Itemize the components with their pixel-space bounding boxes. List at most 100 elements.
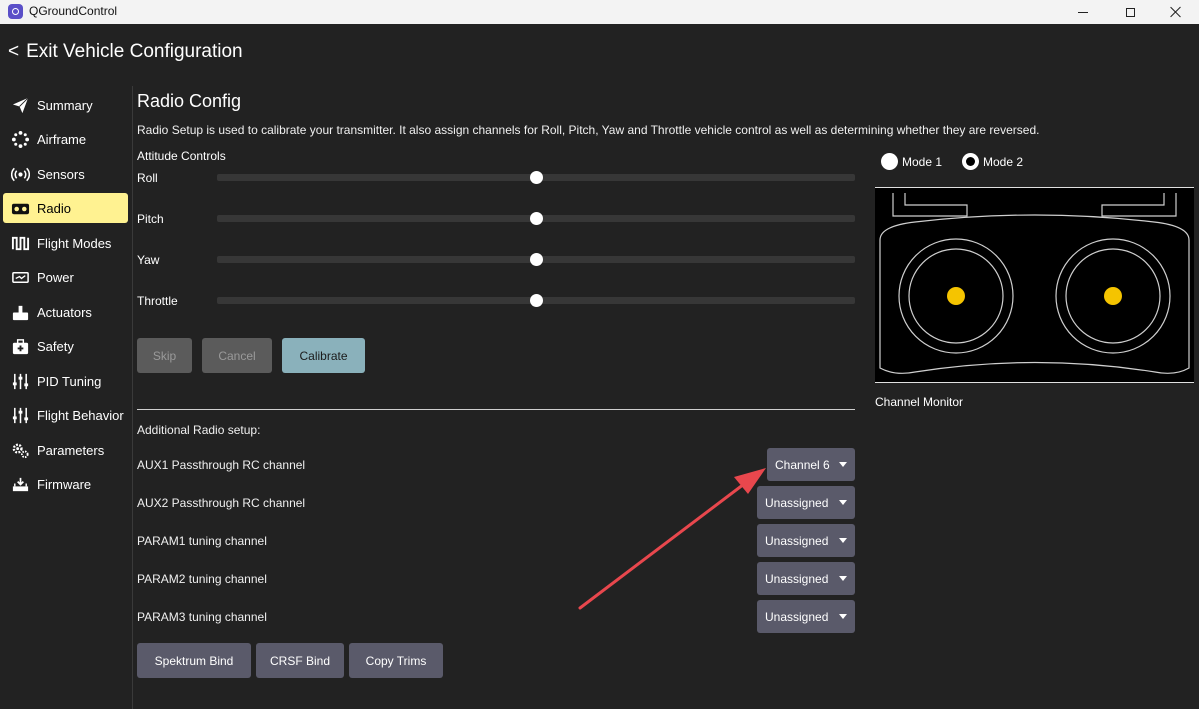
dropdown-value: Unassigned — [765, 609, 829, 624]
sidebar-item-flight-modes[interactable]: Flight Modes — [3, 228, 128, 258]
window-title: QGroundControl — [29, 4, 118, 18]
roll-label: Roll — [137, 171, 158, 185]
sidebar-item-airframe[interactable]: Airframe — [3, 124, 128, 154]
transmitter-body-outline — [879, 214, 1190, 374]
transmitter-graphic — [879, 193, 1190, 374]
radio-selected-icon — [962, 153, 979, 170]
pitch-channel-bar — [217, 212, 855, 225]
close-button[interactable] — [1153, 0, 1199, 24]
copy-trims-button[interactable]: Copy Trims — [349, 643, 443, 678]
transmitter-stick-display — [875, 187, 1194, 383]
sidebar-item-sensors[interactable]: Sensors — [3, 159, 128, 189]
sidebar-item-label: Flight Behavior — [37, 407, 124, 423]
additional-radio-setup-title: Additional Radio setup: — [137, 423, 261, 437]
exit-label: Exit Vehicle Configuration — [26, 41, 243, 62]
sidebar-item-label: Radio — [37, 200, 71, 216]
sidebar-item-label: Flight Modes — [37, 235, 112, 251]
dropdown-value: Channel 6 — [775, 457, 830, 472]
aux1-channel-dropdown[interactable]: Channel 6 — [767, 448, 855, 481]
sidebar-item-label: Power — [37, 269, 74, 285]
sidebar-item-label: Airframe — [37, 131, 87, 147]
maximize-button[interactable] — [1107, 0, 1153, 24]
power-icon — [3, 268, 37, 287]
roll-indicator — [529, 171, 543, 184]
sidebar-item-actuators[interactable]: Actuators — [3, 297, 128, 327]
section-divider — [137, 409, 855, 410]
caret-down-icon — [839, 462, 847, 467]
attitude-controls-title: Attitude Controls — [137, 149, 226, 163]
spektrum-bind-button[interactable]: Spektrum Bind — [137, 643, 251, 678]
exit-vehicle-configuration-button[interactable]: < Exit Vehicle Configuration — [8, 41, 243, 63]
channel-monitor-label: Channel Monitor — [875, 395, 964, 409]
sidebar-item-label: Actuators — [37, 304, 92, 320]
sidebar-item-radio[interactable]: Radio — [3, 193, 128, 223]
skip-button[interactable]: Skip — [137, 338, 192, 373]
sidebar-item-safety[interactable]: Safety — [3, 331, 128, 361]
title-bar: QGroundControl — [0, 0, 1199, 24]
right-shoulder-switch — [1101, 193, 1177, 217]
sliders-icon — [3, 372, 37, 391]
aux2-passthrough-label: AUX2 Passthrough RC channel — [137, 496, 306, 510]
caret-down-icon — [839, 576, 847, 581]
sidebar-item-label: Summary — [37, 97, 93, 113]
sidebar-item-summary[interactable]: Summary — [3, 90, 128, 120]
yaw-indicator — [529, 253, 543, 266]
minimize-button[interactable] — [1060, 0, 1106, 24]
yaw-channel-bar — [217, 253, 855, 266]
sidebar-item-power[interactable]: Power — [3, 262, 128, 292]
pitch-indicator — [529, 212, 543, 225]
mode-1-label: Mode 1 — [902, 154, 943, 169]
airframe-icon — [3, 130, 37, 149]
dropdown-value: Unassigned — [765, 495, 829, 510]
param1-tuning-label: PARAM1 tuning channel — [137, 534, 267, 548]
sidebar-item-label: Firmware — [37, 476, 92, 492]
crsf-bind-button[interactable]: CRSF Bind — [256, 643, 344, 678]
caret-down-icon — [839, 614, 847, 619]
firmware-icon — [3, 475, 37, 494]
sensors-icon — [3, 165, 37, 184]
sidebar-item-label: Safety — [37, 338, 74, 354]
mode-1-radio[interactable]: Mode 1 — [881, 153, 942, 170]
left-stick-dot — [947, 287, 965, 305]
annotation-arrow-shaft — [578, 476, 754, 610]
dropdown-value: Unassigned — [765, 571, 829, 586]
flight-modes-icon — [3, 234, 37, 253]
paper-plane-icon — [3, 96, 37, 115]
right-stick-dot — [1104, 287, 1122, 305]
left-shoulder-switch — [892, 193, 968, 217]
sidebar-item-label: Sensors — [37, 166, 85, 182]
sidebar-item-parameters[interactable]: Parameters — [3, 435, 128, 465]
throttle-label: Throttle — [137, 294, 178, 308]
close-icon — [1170, 6, 1182, 18]
cancel-button[interactable]: Cancel — [202, 338, 272, 373]
aux1-passthrough-label: AUX1 Passthrough RC channel — [137, 458, 306, 472]
param1-channel-dropdown[interactable]: Unassigned — [757, 524, 855, 557]
sliders-icon — [3, 406, 37, 425]
back-chevron-icon: < — [8, 41, 20, 62]
pitch-label: Pitch — [137, 212, 164, 226]
qgroundcontrol-logo-icon — [8, 4, 23, 19]
sidebar-divider — [132, 86, 133, 709]
maximize-icon — [1125, 7, 1135, 17]
radio-icon — [3, 199, 37, 218]
roll-channel-bar — [217, 171, 855, 184]
page-title: Radio Config — [137, 91, 242, 111]
mode-2-radio[interactable]: Mode 2 — [962, 153, 1023, 170]
caret-down-icon — [839, 538, 847, 543]
actuators-icon — [3, 303, 37, 322]
safety-icon — [3, 337, 37, 356]
param3-channel-dropdown[interactable]: Unassigned — [757, 600, 855, 633]
aux2-channel-dropdown[interactable]: Unassigned — [757, 486, 855, 519]
radio-circle-icon — [881, 153, 898, 170]
sidebar-item-label: PID Tuning — [37, 373, 102, 389]
sidebar-item-pid-tuning[interactable]: PID Tuning — [3, 366, 128, 396]
param2-channel-dropdown[interactable]: Unassigned — [757, 562, 855, 595]
dropdown-value: Unassigned — [765, 533, 829, 548]
page-description: Radio Setup is used to calibrate your tr… — [137, 123, 1040, 137]
sidebar-item-firmware[interactable]: Firmware — [3, 469, 128, 499]
sidebar-item-flight-behavior[interactable]: Flight Behavior — [3, 400, 128, 430]
caret-down-icon — [839, 500, 847, 505]
param2-tuning-label: PARAM2 tuning channel — [137, 572, 267, 586]
calibrate-button[interactable]: Calibrate — [282, 338, 365, 373]
yaw-label: Yaw — [137, 253, 160, 267]
